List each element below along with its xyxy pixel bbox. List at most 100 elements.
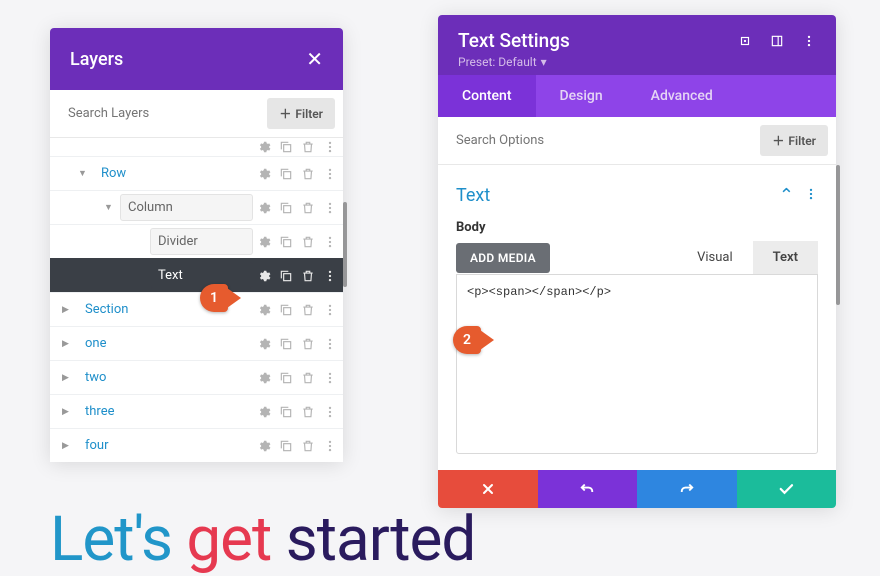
- add-media-button[interactable]: ADD MEDIA: [456, 243, 550, 273]
- snap-icon[interactable]: [770, 34, 784, 48]
- more-icon[interactable]: [802, 34, 816, 48]
- gear-icon[interactable]: [257, 269, 271, 283]
- tree-row-toprow[interactable]: [50, 138, 343, 156]
- duplicate-icon[interactable]: [279, 201, 293, 215]
- tab-advanced[interactable]: Advanced: [627, 75, 737, 117]
- layer-label[interactable]: Divider: [150, 228, 253, 255]
- layer-label[interactable]: three: [78, 399, 253, 424]
- chevron-up-icon[interactable]: ⌃: [779, 185, 794, 206]
- editor-tab-text[interactable]: Text: [753, 241, 818, 274]
- layer-label[interactable]: two: [78, 365, 253, 390]
- hero-text: Let's get started: [50, 503, 475, 576]
- tree-row[interactable]: ▶ two: [50, 360, 343, 394]
- duplicate-icon[interactable]: [279, 269, 293, 283]
- duplicate-icon[interactable]: [279, 371, 293, 385]
- layers-search-input[interactable]: [68, 106, 267, 121]
- duplicate-icon[interactable]: [279, 303, 293, 317]
- layer-label[interactable]: Column: [120, 194, 253, 221]
- action-bar: [438, 470, 836, 508]
- settings-title: Text Settings: [458, 29, 570, 52]
- body-label: Body: [456, 220, 818, 235]
- toggle-icon[interactable]: ▶: [62, 407, 74, 417]
- gear-icon[interactable]: [257, 405, 271, 419]
- gear-icon[interactable]: [257, 371, 271, 385]
- gear-icon[interactable]: [257, 140, 271, 154]
- layers-header: Layers ✕: [50, 28, 343, 90]
- trash-icon[interactable]: [301, 303, 315, 317]
- tab-design[interactable]: Design: [536, 75, 627, 117]
- layer-label[interactable]: Row: [94, 161, 253, 186]
- text-editor[interactable]: <p><span></span></p>: [456, 274, 818, 454]
- chevron-down-icon: ▾: [541, 55, 547, 69]
- trash-icon[interactable]: [301, 405, 315, 419]
- editor-tab-visual[interactable]: Visual: [677, 241, 753, 274]
- toggle-icon[interactable]: ▶: [62, 441, 74, 451]
- save-button[interactable]: [737, 470, 837, 508]
- settings-header: Text Settings Preset: Default▾: [438, 15, 836, 75]
- tree-row[interactable]: ▶Section: [50, 292, 343, 326]
- gear-icon[interactable]: [257, 337, 271, 351]
- more-icon[interactable]: [323, 337, 337, 351]
- gear-icon[interactable]: [257, 235, 271, 249]
- more-icon[interactable]: [323, 269, 337, 283]
- layers-tree: ▼Row▼ColumnDividerText▶Section▶one▶two▶t…: [50, 138, 343, 462]
- expand-icon[interactable]: [738, 34, 752, 48]
- trash-icon[interactable]: [301, 140, 315, 154]
- more-icon[interactable]: [323, 303, 337, 317]
- layers-search-row: ＋Filter: [50, 90, 343, 138]
- toggle-icon[interactable]: ▼: [78, 168, 90, 179]
- duplicate-icon[interactable]: [279, 140, 293, 154]
- toggle-icon[interactable]: ▶: [62, 373, 74, 383]
- scrollbar[interactable]: [343, 202, 347, 287]
- duplicate-icon[interactable]: [279, 167, 293, 181]
- trash-icon[interactable]: [301, 235, 315, 249]
- gear-icon[interactable]: [257, 303, 271, 317]
- tree-row[interactable]: ▶ three: [50, 394, 343, 428]
- tree-row[interactable]: ▶ one: [50, 326, 343, 360]
- trash-icon[interactable]: [301, 201, 315, 215]
- redo-button[interactable]: [637, 470, 737, 508]
- gear-icon[interactable]: [257, 439, 271, 453]
- settings-filter-button[interactable]: ＋Filter: [760, 125, 828, 156]
- more-icon[interactable]: [323, 439, 337, 453]
- tree-row[interactable]: ▼ Row: [50, 156, 343, 190]
- more-icon[interactable]: [323, 235, 337, 249]
- close-icon[interactable]: ✕: [306, 47, 323, 71]
- duplicate-icon[interactable]: [279, 405, 293, 419]
- more-icon[interactable]: [323, 405, 337, 419]
- layers-filter-button[interactable]: ＋Filter: [267, 98, 335, 129]
- preset-selector[interactable]: Preset: Default▾: [458, 55, 816, 69]
- layer-label[interactable]: one: [78, 331, 253, 356]
- toggle-icon[interactable]: ▶: [62, 339, 74, 349]
- tree-row[interactable]: Divider: [50, 224, 343, 258]
- trash-icon[interactable]: [301, 439, 315, 453]
- trash-icon[interactable]: [301, 269, 315, 283]
- tab-content[interactable]: Content: [438, 75, 536, 117]
- layers-panel: Layers ✕ ＋Filter ▼Row▼ColumnDividerText▶…: [50, 28, 343, 462]
- trash-icon[interactable]: [301, 371, 315, 385]
- settings-search-input[interactable]: [456, 133, 760, 148]
- gear-icon[interactable]: [257, 201, 271, 215]
- duplicate-icon[interactable]: [279, 337, 293, 351]
- text-section: Text ⌃ Body ADD MEDIA Visual Text <p><sp…: [438, 165, 836, 470]
- more-icon[interactable]: [323, 371, 337, 385]
- more-icon[interactable]: [804, 186, 818, 205]
- duplicate-icon[interactable]: [279, 235, 293, 249]
- toggle-icon[interactable]: ▼: [104, 202, 116, 213]
- gear-icon[interactable]: [257, 167, 271, 181]
- more-icon[interactable]: [323, 167, 337, 181]
- trash-icon[interactable]: [301, 167, 315, 181]
- tree-row[interactable]: ▶ four: [50, 428, 343, 462]
- undo-button[interactable]: [538, 470, 638, 508]
- callout-1: 1: [200, 284, 241, 312]
- layer-label[interactable]: four: [78, 433, 253, 458]
- tree-row[interactable]: ▼ Column: [50, 190, 343, 224]
- duplicate-icon[interactable]: [279, 439, 293, 453]
- tree-row[interactable]: Text: [50, 258, 343, 292]
- layers-title: Layers: [70, 49, 123, 70]
- toggle-icon[interactable]: ▶: [62, 305, 74, 315]
- more-icon[interactable]: [323, 201, 337, 215]
- more-icon[interactable]: [323, 140, 337, 154]
- scrollbar[interactable]: [836, 165, 840, 305]
- trash-icon[interactable]: [301, 337, 315, 351]
